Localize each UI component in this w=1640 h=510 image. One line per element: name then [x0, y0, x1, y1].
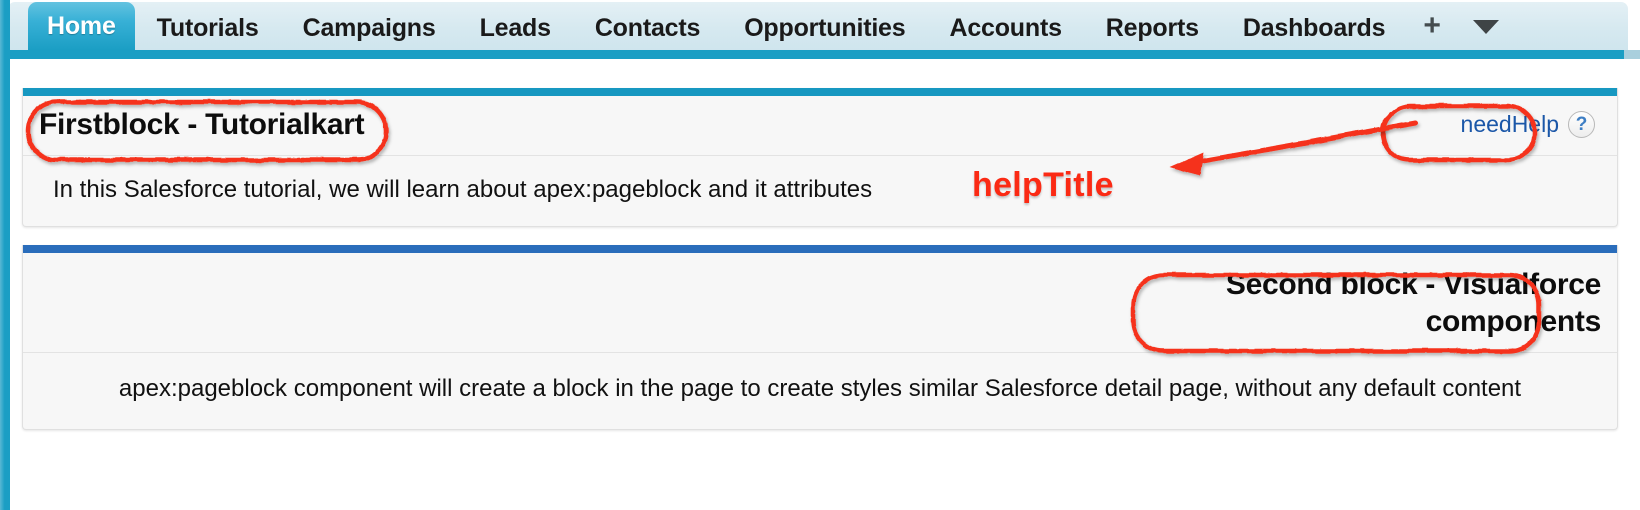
tab-bar: Home Tutorials Campaigns Leads Contacts … [8, 2, 1628, 50]
pageblock-second-title-line1: Second block - Visualforce [1225, 268, 1601, 301]
pageblock-first-title: Firstblock - Tutorialkart [39, 107, 365, 141]
tab-reports[interactable]: Reports [1084, 6, 1221, 50]
tab-accounts[interactable]: Accounts [927, 6, 1083, 50]
all-tabs-dropdown-button[interactable] [1457, 6, 1515, 50]
pageblock-first-body: In this Salesforce tutorial, we will lea… [53, 176, 873, 203]
tab-reports-label: Reports [1105, 13, 1199, 42]
annotation-label-help-title: helpTitle [972, 166, 1114, 204]
chevron-down-icon [1472, 20, 1499, 34]
tab-bar-underline-cap [1624, 50, 1640, 59]
tab-accounts-label: Accounts [949, 13, 1062, 42]
pageblock-second: Second block - Visualforce components ap… [22, 245, 1618, 431]
add-tab-button[interactable]: + [1407, 6, 1457, 50]
page-content: Firstblock - Tutorialkart needHelp ? In … [22, 88, 1618, 448]
tab-bar-underline [0, 50, 1624, 59]
tab-tutorials-label: Tutorials [156, 13, 259, 42]
tab-dashboards[interactable]: Dashboards [1221, 6, 1407, 50]
tab-campaigns[interactable]: Campaigns [281, 6, 458, 50]
tab-contacts-label: Contacts [594, 13, 701, 42]
tab-dashboards-label: Dashboards [1242, 13, 1386, 42]
pageblock-first: Firstblock - Tutorialkart needHelp ? In … [22, 88, 1618, 227]
pageblock-first-header: Firstblock - Tutorialkart needHelp ? [23, 96, 1617, 156]
tab-home[interactable]: Home [28, 2, 135, 50]
help-question-icon[interactable]: ? [1568, 111, 1595, 138]
pageblock-second-title-line2: components [1425, 304, 1602, 338]
need-help-area[interactable]: needHelp ? [1461, 111, 1601, 138]
page-left-border [0, 0, 10, 510]
tab-opportunities-label: Opportunities [744, 13, 906, 42]
need-help-link[interactable]: needHelp [1461, 111, 1559, 138]
tab-contacts[interactable]: Contacts [573, 6, 722, 50]
tab-tutorials[interactable]: Tutorials [135, 6, 281, 50]
tab-bar-region: Home Tutorials Campaigns Leads Contacts … [0, 0, 1640, 62]
tab-opportunities[interactable]: Opportunities [722, 6, 927, 50]
pageblock-second-title: Second block - Visualforce components [1226, 267, 1601, 340]
tab-leads-label: Leads [479, 13, 551, 42]
pageblock-second-topbar [23, 245, 1617, 253]
pageblock-second-body: apex:pageblock component will create a b… [118, 375, 1522, 403]
pageblock-first-topbar [23, 88, 1617, 96]
tab-home-label: Home [47, 11, 116, 40]
pageblock-second-header: Second block - Visualforce components [23, 253, 1617, 354]
tab-leads[interactable]: Leads [458, 6, 573, 50]
tab-campaigns-label: Campaigns [302, 13, 436, 42]
plus-icon: + [1423, 9, 1441, 42]
